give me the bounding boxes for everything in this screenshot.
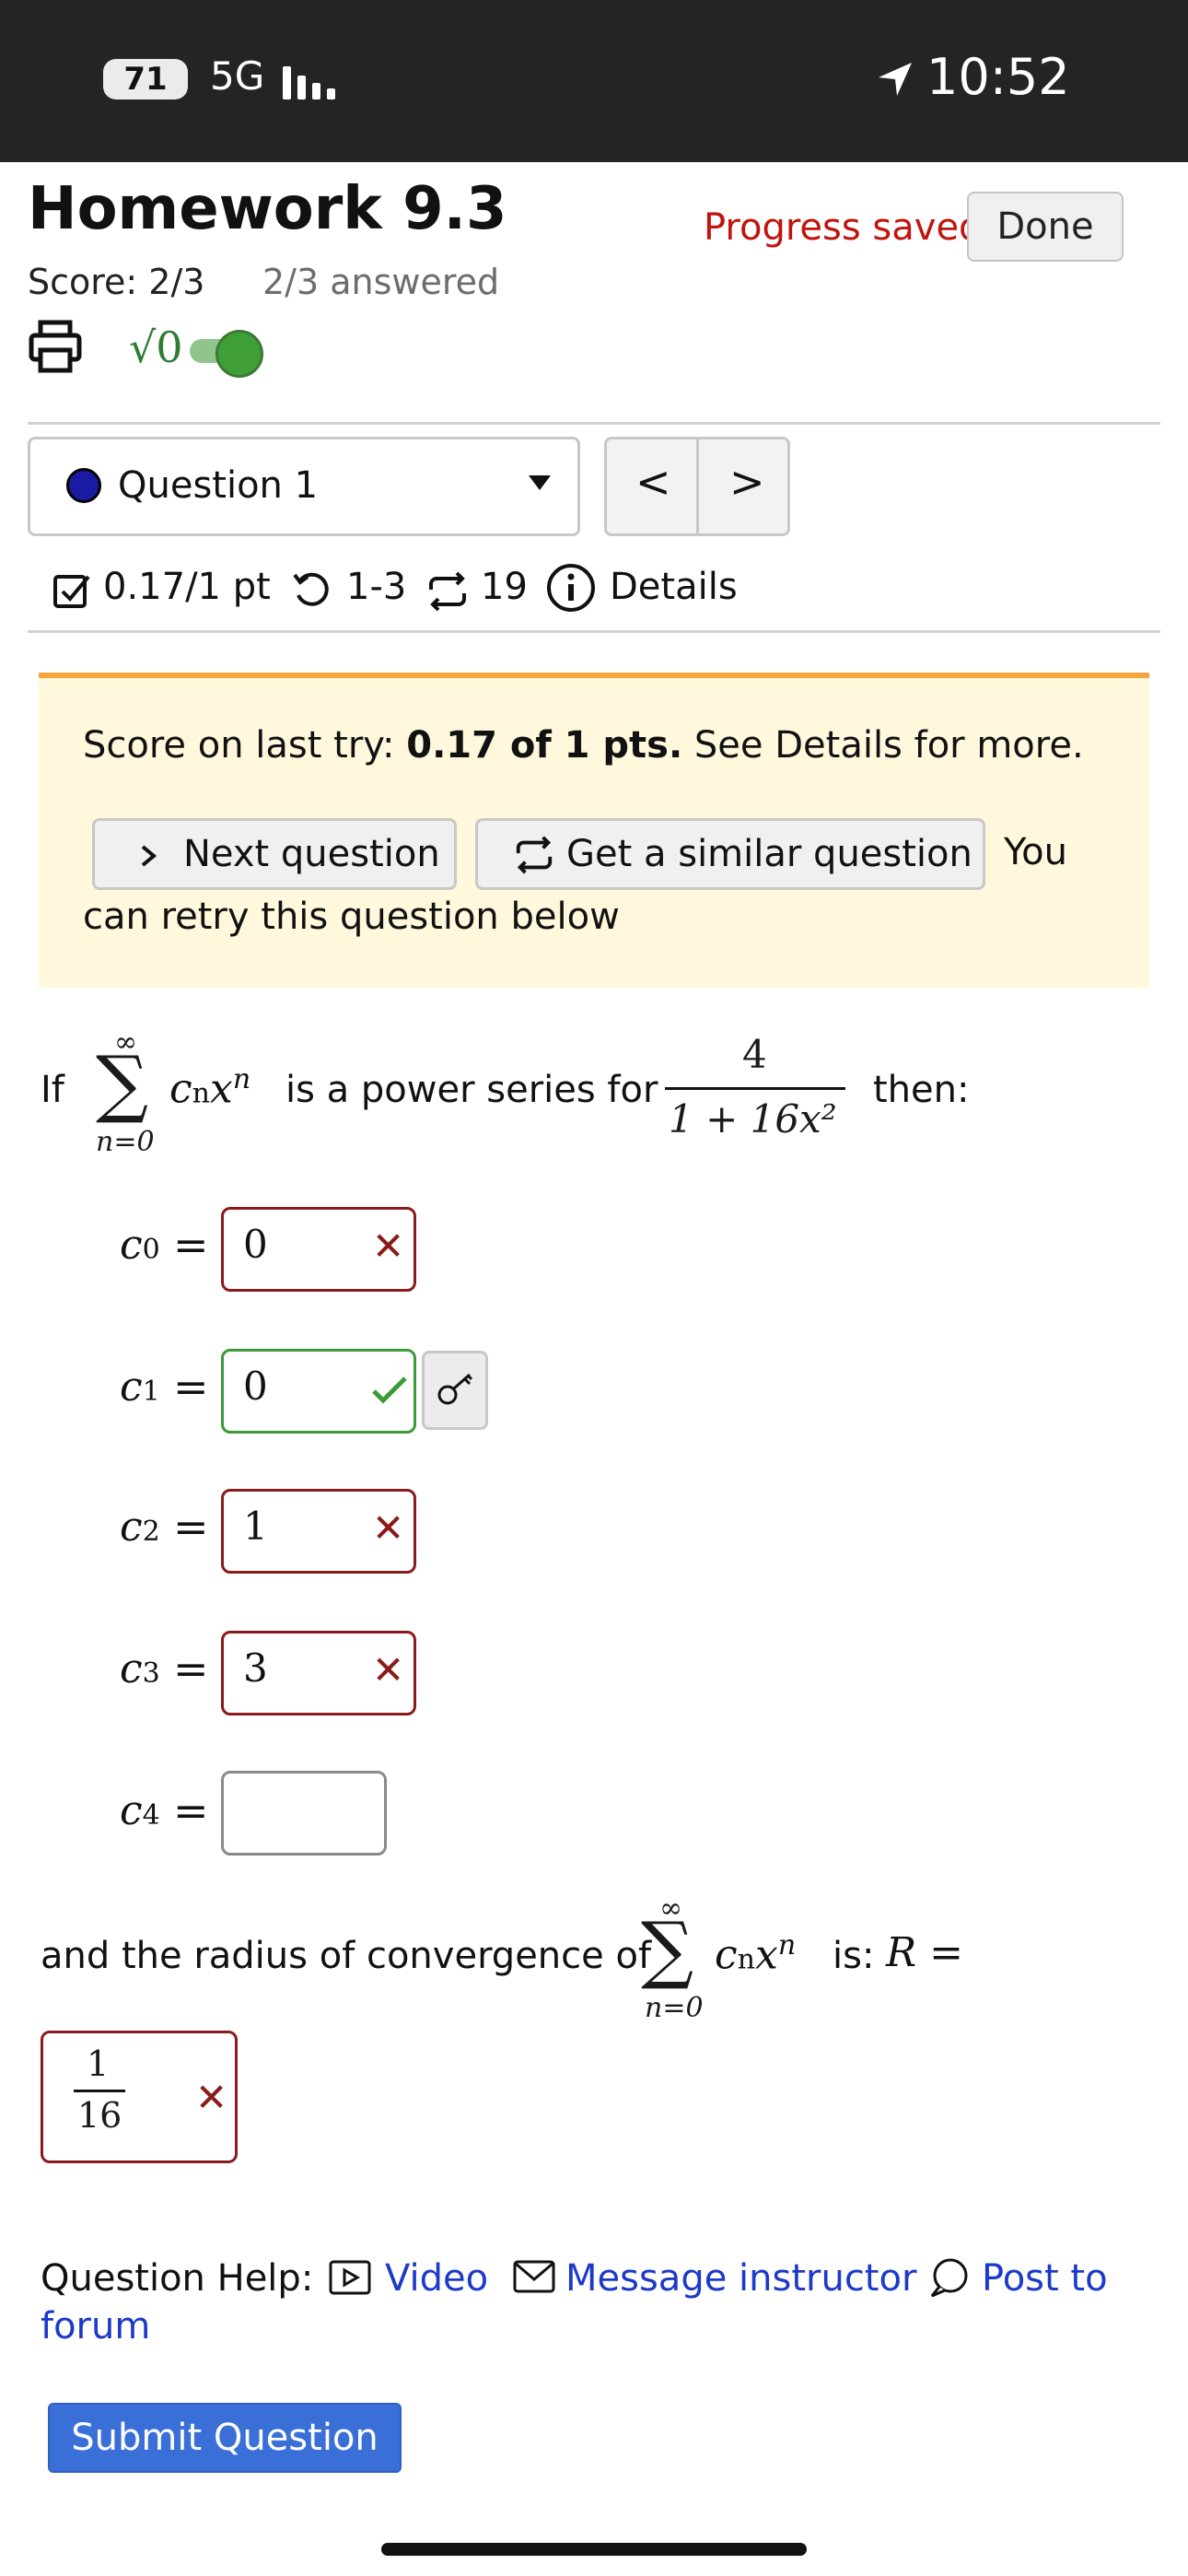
incorrect-icon: ✕ — [372, 1647, 405, 1692]
radius-denominator: 16 — [77, 2095, 122, 2136]
progress-status: Progress saved — [704, 206, 983, 249]
c2-value: 1 — [243, 1504, 268, 1549]
radius-variable: R = — [886, 1929, 963, 1976]
radius-text: and the radius of convergence of — [41, 1935, 652, 1977]
divider — [28, 630, 1160, 633]
post-forum-link-part2[interactable]: forum — [41, 2305, 150, 2348]
done-button[interactable]: Done — [967, 192, 1124, 262]
c4-input[interactable] — [221, 1771, 387, 1856]
equals-sign: = — [173, 1362, 209, 1411]
incorrect-icon: ✕ — [195, 2075, 228, 2120]
problem-middle-text: is a power series for — [285, 1069, 658, 1111]
problem-then: then: — [873, 1069, 970, 1111]
location-arrow-icon — [879, 63, 912, 96]
comment-icon — [930, 2258, 968, 2298]
mail-icon — [513, 2260, 555, 2293]
chevron-right-icon — [141, 845, 157, 867]
summation-symbol: ∑ — [641, 1906, 694, 1992]
sum-lower-limit: n=0 — [645, 1992, 704, 2024]
nav-divider — [696, 439, 699, 534]
equals-sign: = — [173, 1644, 209, 1693]
math-entry-icon: √0 — [129, 322, 183, 372]
divider — [28, 422, 1160, 425]
series-term: cnxn — [715, 1929, 797, 1979]
c0-value: 0 — [243, 1222, 268, 1267]
series-term: cnxn — [169, 1063, 251, 1113]
score-text: Score: 2/3 — [28, 262, 205, 302]
correct-check-icon — [372, 1376, 407, 1404]
similar-question-button[interactable]: Get a similar question — [475, 818, 985, 890]
fraction-denominator: 1 + 16x² — [669, 1096, 837, 1142]
equals-sign: = — [173, 1502, 209, 1551]
next-question-button[interactable]: Next question — [92, 818, 457, 890]
print-icon[interactable] — [28, 319, 83, 374]
key-icon — [437, 1373, 473, 1405]
info-icon[interactable] — [545, 562, 597, 614]
equals-sign: = — [173, 1220, 209, 1270]
c3-label: c3 — [120, 1645, 160, 1692]
similar-question-icon — [516, 836, 553, 874]
radius-fraction-bar — [74, 2090, 125, 2092]
fraction-numerator: 4 — [742, 1032, 767, 1077]
question-help-label: Question Help: — [41, 2257, 314, 2300]
question-select-label: Question 1 — [118, 464, 319, 507]
equals-sign: = — [173, 1786, 209, 1835]
versions-icon — [429, 571, 466, 612]
incorrect-icon: ✕ — [372, 1224, 405, 1269]
last-try-score: Score on last try: 0.17 of 1 pts. See De… — [83, 724, 1084, 767]
message-instructor-link[interactable]: Message instructor — [565, 2257, 916, 2300]
details-link[interactable]: Details — [610, 566, 738, 608]
clock: 10:52 — [926, 48, 1070, 106]
submit-question-button[interactable]: Submit Question — [48, 2403, 402, 2473]
question-status-dot — [66, 468, 101, 503]
next-question-arrow-button[interactable]: > — [729, 457, 765, 507]
c1-label: c1 — [120, 1364, 160, 1411]
home-indicator — [381, 2543, 807, 2556]
answered-count: 2/3 answered — [262, 262, 500, 302]
problem-if: If — [41, 1069, 64, 1111]
c3-value: 3 — [243, 1645, 268, 1691]
video-link[interactable]: Video — [385, 2257, 488, 2300]
incorrect-icon: ✕ — [372, 1505, 405, 1551]
dropdown-caret-icon — [529, 475, 551, 490]
attempts-text: 1-3 — [346, 566, 407, 608]
summation-symbol: ∑ — [96, 1040, 149, 1126]
checkbox-icon — [53, 575, 90, 608]
sum-lower-limit: n=0 — [96, 1126, 155, 1158]
retry-text-part1: You — [1004, 831, 1067, 873]
c2-label: c2 — [120, 1504, 160, 1551]
video-icon — [329, 2260, 371, 2295]
battery-indicator: 71 — [103, 59, 188, 100]
post-forum-link-part1[interactable]: Post to — [982, 2257, 1108, 2300]
versions-text: 19 — [481, 566, 528, 608]
c4-label: c4 — [120, 1787, 160, 1834]
c1-value: 0 — [243, 1364, 268, 1409]
math-toggle-knob[interactable] — [215, 330, 263, 378]
attempts-icon — [293, 572, 329, 606]
radius-is: is: — [833, 1935, 875, 1977]
fraction-bar — [665, 1087, 845, 1090]
network-type: 5G — [210, 53, 265, 99]
retry-text-part2: can retry this question below — [83, 896, 620, 938]
points-text: 0.17/1 pt — [103, 566, 271, 608]
radius-numerator: 1 — [87, 2043, 110, 2084]
page-title: Homework 9.3 — [28, 175, 507, 243]
c0-label: c0 — [120, 1222, 160, 1269]
prev-question-button[interactable]: < — [635, 457, 671, 507]
